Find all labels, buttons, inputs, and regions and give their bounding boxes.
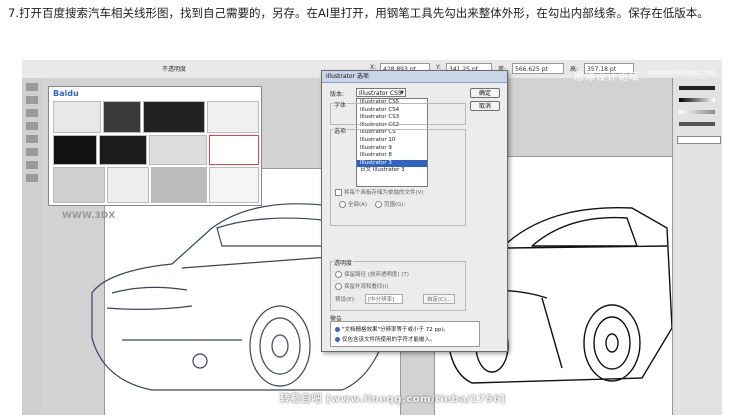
car-thumbnail[interactable] xyxy=(99,135,147,165)
color-slider-k[interactable] xyxy=(679,86,715,90)
car-thumbnail[interactable] xyxy=(151,167,207,203)
info-icon xyxy=(335,337,340,342)
radio-all[interactable]: 全部(A) xyxy=(339,200,367,208)
radio-icon xyxy=(335,283,342,290)
save-artboards-label: 将每个画板存储为单独的文件(V) xyxy=(344,190,424,196)
custom-button[interactable]: 自定(C)... xyxy=(423,294,456,304)
pen-tool-icon[interactable] xyxy=(26,109,38,117)
preserve-appearance-radio[interactable]: 保留外观和叠印(I) xyxy=(335,282,388,290)
chevron-down-icon: ▼ xyxy=(400,90,404,96)
preserve-appearance-label: 保留外观和叠印(I) xyxy=(344,284,389,290)
preserve-paths-radio[interactable]: 保留路径 (放弃透明度) (T) xyxy=(335,270,409,278)
selection-tool-icon[interactable] xyxy=(26,83,38,91)
brush-tool-icon[interactable] xyxy=(26,161,38,169)
version-selected-value: Illustrator CS5 xyxy=(359,90,402,97)
car-thumbnail[interactable] xyxy=(149,135,207,165)
checkbox-icon xyxy=(335,189,342,196)
preset-select[interactable]: [中分辨率] xyxy=(365,294,404,304)
stroke-swatch[interactable] xyxy=(679,122,715,126)
car-thumbnail[interactable] xyxy=(53,167,105,203)
version-select[interactable]: Illustrator CS5 ▼ xyxy=(356,88,406,97)
car-thumbnail-selected[interactable] xyxy=(209,135,259,165)
save-artboards-checkbox[interactable]: 将每个画板存储为单独的文件(V) xyxy=(335,188,424,196)
car-thumbnail[interactable] xyxy=(53,135,97,165)
car-thumbnail[interactable] xyxy=(209,167,259,203)
warnings-box: "文档栅格效果"分辨率等于或小于 72 ppi。 仅包含该文件所使用的字符才能嵌… xyxy=(330,321,480,347)
line-tool-icon[interactable] xyxy=(26,135,38,143)
brand-watermark: 思缘设计论坛 xyxy=(574,72,640,83)
warning-text: 仅包含该文件所使用的字符才能嵌入。 xyxy=(342,337,436,343)
radio-range[interactable]: 范围(G): xyxy=(375,200,405,208)
opacity-label: 不透明度 xyxy=(162,66,187,73)
left-watermark: WWW.3DX xyxy=(62,211,116,221)
illustrator-screenshot: 不透明度 X: 428.893 pt Y: 341.25 pt 宽: 566.6… xyxy=(22,60,722,415)
color-slider-tint[interactable] xyxy=(679,110,715,114)
options-group: 选项 将每个画板存储为单独的文件(V) 全部(A) 范围(G): xyxy=(330,126,466,226)
warning-text: "文档栅格效果"分辨率等于或小于 72 ppi。 xyxy=(342,327,449,333)
radio-icon xyxy=(339,201,346,208)
transparency-group: 透明度 保留路径 (放弃透明度) (T) 保留外观和叠印(I) 预设(E): [… xyxy=(330,258,466,311)
illustrator-options-dialog: Illustrator 选项 版本: Illustrator CS5 ▼ Ill… xyxy=(321,70,508,352)
rectangle-tool-icon[interactable] xyxy=(26,148,38,156)
car-thumbnail[interactable] xyxy=(107,167,149,203)
fonts-label: 字体 xyxy=(333,100,348,109)
width-field[interactable]: 566.625 pt xyxy=(512,63,564,74)
radio-all-label: 全部(A) xyxy=(348,202,368,208)
warning-item: 仅包含该文件所使用的字符才能嵌入。 xyxy=(335,335,436,343)
radio-icon xyxy=(375,201,382,208)
tools-panel xyxy=(22,78,43,415)
rotate-tool-icon[interactable] xyxy=(26,174,38,182)
car-thumbnail[interactable] xyxy=(207,101,259,133)
type-tool-icon[interactable] xyxy=(26,122,38,130)
car-thumbnail[interactable] xyxy=(143,101,205,133)
car-thumbnail[interactable] xyxy=(53,101,101,133)
cancel-button[interactable]: 取消 xyxy=(470,101,500,111)
fonts-group: 字体 xyxy=(330,100,466,125)
color-slider-gray[interactable] xyxy=(679,98,715,102)
version-label: 版本: xyxy=(330,91,345,98)
baidu-image-results: Baidu xyxy=(48,86,262,206)
preserve-paths-label: 保留路径 (放弃透明度) (T) xyxy=(344,272,409,278)
radio-icon xyxy=(335,271,342,278)
dialog-title: Illustrator 选项 xyxy=(322,71,507,83)
right-panels xyxy=(672,78,722,415)
transparency-label: 透明度 xyxy=(333,258,354,267)
ok-button[interactable]: 确定 xyxy=(470,88,500,98)
preset-label: 预设(E): xyxy=(335,297,356,303)
warning-item: "文档栅格效果"分辨率等于或小于 72 ppi。 xyxy=(335,325,449,333)
spectrum-bar[interactable] xyxy=(677,136,721,144)
info-icon xyxy=(335,327,340,332)
direct-select-tool-icon[interactable] xyxy=(26,96,38,104)
options-label: 选项 xyxy=(333,126,348,135)
bottom-watermark: 转载自吧 [www.lineqg.com/tieba/1756] xyxy=(280,394,506,405)
brand-url: WWW.MISSYUAN.COM xyxy=(648,70,715,77)
baidu-logo[interactable]: Baidu xyxy=(53,89,79,98)
step-caption: 7.打开百度搜索汽车相关线形图，找到自己需要的，另存。在AI里打开，用钢笔工具先… xyxy=(8,6,709,20)
car-thumbnail[interactable] xyxy=(103,101,141,133)
radio-range-label: 范围(G): xyxy=(384,202,406,208)
